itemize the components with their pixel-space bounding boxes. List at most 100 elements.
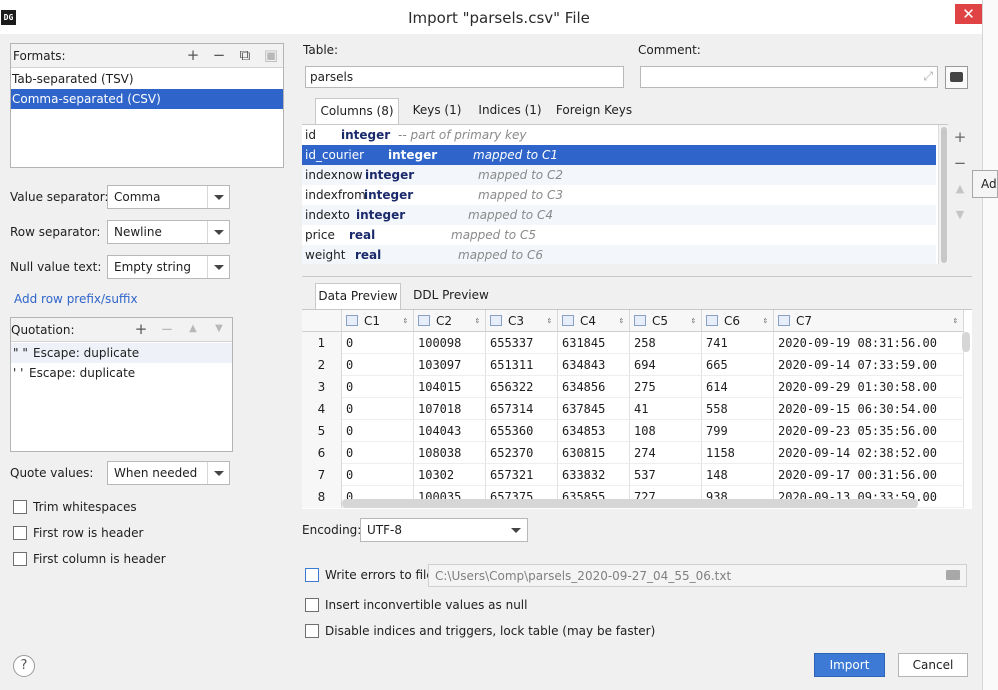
table-cell[interactable]: 537	[630, 464, 702, 486]
column-row[interactable]: weight real mapped to C6	[302, 245, 936, 264]
cancel-button[interactable]: Cancel	[898, 653, 968, 677]
column-header[interactable]: C5 ⇕	[630, 310, 702, 332]
null-value-select[interactable]: Empty string	[107, 255, 230, 279]
remove-icon[interactable]: −	[210, 44, 228, 66]
table-cell[interactable]: 637845	[558, 398, 630, 420]
table-cell[interactable]: 148	[702, 464, 774, 486]
tab-ddl-preview[interactable]: DDL Preview	[410, 283, 492, 309]
sort-icon[interactable]: ⇕	[953, 310, 958, 332]
column-header[interactable]: C3 ⇕	[486, 310, 558, 332]
table-cell[interactable]: 104015	[414, 376, 486, 398]
column-row[interactable]: id_courier integer mapped to C1	[302, 145, 936, 165]
table-cell[interactable]: 0	[342, 464, 414, 486]
column-header[interactable]: C2 ⇕	[414, 310, 486, 332]
table-cell[interactable]: 656322	[486, 376, 558, 398]
table-cell[interactable]: 2020-09-19 08:31:56.00	[774, 332, 964, 354]
table-cell[interactable]: 1158	[702, 442, 774, 464]
tab-data-preview[interactable]: Data Preview	[315, 283, 401, 309]
table-cell[interactable]: 630815	[558, 442, 630, 464]
sort-icon[interactable]: ⇕	[547, 310, 552, 332]
sort-icon[interactable]: ⇕	[475, 310, 480, 332]
table-cell[interactable]: 100098	[414, 332, 486, 354]
column-header[interactable]: C6 ⇕	[702, 310, 774, 332]
error-file-path-input[interactable]: C:\Users\Comp\parsels_2020-09-27_04_55_0…	[428, 564, 967, 587]
table-cell[interactable]: 104043	[414, 420, 486, 442]
table-cell[interactable]: 41	[630, 398, 702, 420]
table-cell[interactable]: 655360	[486, 420, 558, 442]
column-header[interactable]: C1 ⇕	[342, 310, 414, 332]
add-icon[interactable]: +	[132, 318, 150, 340]
table-cell[interactable]: 634856	[558, 376, 630, 398]
column-row[interactable]: indexto integer mapped to C4	[302, 205, 936, 225]
table-cell[interactable]: 0	[342, 420, 414, 442]
comment-editor-button[interactable]	[945, 66, 968, 89]
table-cell[interactable]: 694	[630, 354, 702, 376]
row-separator-select[interactable]: Newline	[107, 220, 230, 244]
quotation-row[interactable]: ' ' Escape: duplicate	[11, 363, 232, 383]
table-cell[interactable]: 103097	[414, 354, 486, 376]
table-cell[interactable]: 0	[342, 442, 414, 464]
scrollbar-thumb[interactable]	[941, 127, 947, 263]
first-row-header-checkbox[interactable]	[13, 526, 27, 540]
table-cell[interactable]: 741	[702, 332, 774, 354]
table-cell[interactable]: 2020-09-17 00:31:56.00	[774, 464, 964, 486]
insert-null-checkbox[interactable]	[305, 598, 319, 612]
table-cell[interactable]: 275	[630, 376, 702, 398]
close-button[interactable]: ✕	[955, 4, 982, 24]
format-item-tsv[interactable]: Tab-separated (TSV)	[11, 69, 283, 89]
table-cell[interactable]: 258	[630, 332, 702, 354]
table-cell[interactable]: 631845	[558, 332, 630, 354]
table-cell[interactable]: 2020-09-23 05:35:56.00	[774, 420, 964, 442]
table-cell[interactable]: 633832	[558, 464, 630, 486]
table-cell[interactable]: 634843	[558, 354, 630, 376]
vertical-scrollbar[interactable]	[962, 332, 970, 352]
table-cell[interactable]: 657321	[486, 464, 558, 486]
table-name-input[interactable]: parsels	[305, 66, 624, 88]
quotation-row[interactable]: " " Escape: duplicate	[11, 343, 232, 363]
table-cell[interactable]: 657314	[486, 398, 558, 420]
table-cell[interactable]: 2020-09-14 07:33:59.00	[774, 354, 964, 376]
copy-icon[interactable]: ⧉	[236, 44, 254, 66]
table-cell[interactable]: 652370	[486, 442, 558, 464]
column-row[interactable]: indexnow integer mapped to C2	[302, 165, 936, 185]
column-header[interactable]: C4 ⇕	[558, 310, 630, 332]
add-icon[interactable]: +	[952, 128, 968, 146]
sort-icon[interactable]: ⇕	[691, 310, 696, 332]
trim-whitespaces-checkbox[interactable]	[13, 500, 27, 514]
sort-icon[interactable]: ⇕	[619, 310, 624, 332]
table-cell[interactable]: 0	[342, 332, 414, 354]
horizontal-scrollbar[interactable]	[342, 499, 918, 508]
table-cell[interactable]: 651311	[486, 354, 558, 376]
table-cell[interactable]: 108	[630, 420, 702, 442]
sort-icon[interactable]: ⇕	[763, 310, 768, 332]
value-separator-select[interactable]: Comma	[107, 185, 230, 209]
table-cell[interactable]: 107018	[414, 398, 486, 420]
table-cell[interactable]: 274	[630, 442, 702, 464]
folder-icon[interactable]	[946, 570, 960, 580]
table-cell[interactable]: 558	[702, 398, 774, 420]
add-row-prefix-link[interactable]: Add row prefix/suffix	[14, 292, 138, 306]
table-cell[interactable]: 655337	[486, 332, 558, 354]
table-cell[interactable]: 108038	[414, 442, 486, 464]
column-row[interactable]: price real mapped to C5	[302, 225, 936, 245]
comment-input[interactable]: ⤢	[640, 66, 938, 88]
expand-icon[interactable]: ⤢	[923, 69, 933, 84]
import-button[interactable]: Import	[814, 653, 885, 677]
format-item-csv[interactable]: Comma-separated (CSV)	[11, 89, 283, 109]
table-cell[interactable]: 0	[342, 376, 414, 398]
table-cell[interactable]: 614	[702, 376, 774, 398]
encoding-select[interactable]: UTF-8	[360, 518, 528, 542]
table-cell[interactable]: 10302	[414, 464, 486, 486]
help-button[interactable]: ?	[13, 655, 35, 677]
tab-columns[interactable]: Columns (8)	[315, 98, 399, 124]
column-header[interactable]: C7 ⇕	[774, 310, 964, 332]
column-row[interactable]: indexfrom integer mapped to C3	[302, 185, 936, 205]
tab-indices[interactable]: Indices (1)	[475, 98, 545, 124]
table-cell[interactable]: 2020-09-14 02:38:52.00	[774, 442, 964, 464]
tab-foreign-keys[interactable]: Foreign Keys	[554, 98, 634, 124]
sort-icon[interactable]: ⇕	[403, 310, 408, 332]
table-cell[interactable]: 2020-09-15 06:30:54.00	[774, 398, 964, 420]
splitter[interactable]	[302, 276, 972, 277]
first-column-header-checkbox[interactable]	[13, 552, 27, 566]
table-cell[interactable]: 665	[702, 354, 774, 376]
